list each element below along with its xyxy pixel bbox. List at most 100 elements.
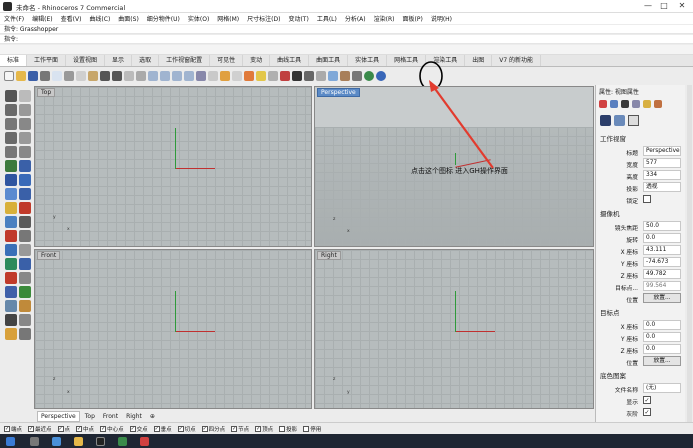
menu-mesh[interactable]: 网格(M) xyxy=(217,14,239,23)
app-taskbar-icon[interactable] xyxy=(140,437,149,446)
menu-transform[interactable]: 变动(T) xyxy=(288,14,308,23)
menu-subd[interactable]: 细分物件(U) xyxy=(147,14,180,23)
view-settings-icon[interactable] xyxy=(614,115,625,126)
arc-tool-icon[interactable] xyxy=(5,132,17,144)
four-views-icon[interactable] xyxy=(208,71,218,81)
drafting-tool-icon[interactable] xyxy=(19,328,31,340)
polyline-tool-icon[interactable] xyxy=(19,104,31,116)
osnap-tangent[interactable]: ✓ 切点 xyxy=(177,425,196,433)
save-icon[interactable] xyxy=(28,71,38,81)
undo-icon[interactable] xyxy=(100,71,110,81)
print-icon[interactable] xyxy=(40,71,50,81)
osnap-knot-checkbox[interactable]: ✓ xyxy=(231,425,238,432)
zoom-icon[interactable] xyxy=(148,71,158,81)
menu-analyze[interactable]: 分析(A) xyxy=(345,14,366,23)
camera-x-field[interactable]: 43.111 xyxy=(643,245,681,255)
new-file-icon[interactable] xyxy=(4,71,14,81)
menu-file[interactable]: 文件(F) xyxy=(4,14,24,23)
target-y-field[interactable]: 0.0 xyxy=(643,332,681,342)
camera-z-field[interactable]: 49.782 xyxy=(643,269,681,279)
tab-select[interactable]: 选取 xyxy=(132,55,160,66)
grasshopper-icon[interactable] xyxy=(364,71,374,81)
join-tool-icon[interactable] xyxy=(19,230,31,242)
zoom-selected-icon[interactable] xyxy=(184,71,194,81)
osnap-mid-checkbox[interactable]: ✓ xyxy=(76,425,83,432)
group-tool-icon[interactable] xyxy=(19,244,31,256)
zoom-window-icon[interactable] xyxy=(160,71,170,81)
target-x-field[interactable]: 0.0 xyxy=(643,320,681,330)
viewport-label-perspective[interactable]: Perspective xyxy=(317,88,360,97)
osnap-mid[interactable]: ✓ 中点 xyxy=(76,425,94,433)
text-tool-icon[interactable] xyxy=(19,300,31,312)
osnap-knot[interactable]: ✓ 节点 xyxy=(231,425,249,433)
rotate-tool-icon[interactable] xyxy=(5,272,17,284)
scale-tool-icon[interactable] xyxy=(19,272,31,284)
tab-solid-tools[interactable]: 实体工具 xyxy=(348,55,388,66)
dimension-tool-icon[interactable] xyxy=(5,300,17,312)
rotate-view-icon[interactable] xyxy=(136,71,146,81)
viewport-right[interactable]: z y Right xyxy=(314,249,594,409)
subd-tool-icon[interactable] xyxy=(19,188,31,200)
select-tool-icon[interactable] xyxy=(5,90,17,102)
tab-curve-tools[interactable]: 曲线工具 xyxy=(270,55,310,66)
redo-icon[interactable] xyxy=(112,71,122,81)
ellipse-tool-icon[interactable] xyxy=(19,132,31,144)
object-properties-icon[interactable] xyxy=(599,100,607,108)
mesh-tool-icon[interactable] xyxy=(5,188,17,200)
tab-surface-tools[interactable]: 曲面工具 xyxy=(309,55,349,66)
osnap-intersection-checkbox[interactable]: ✓ xyxy=(129,425,136,432)
close-button[interactable]: ✕ xyxy=(674,0,690,13)
target-place-button[interactable]: 放置... xyxy=(643,356,681,366)
open-file-icon[interactable] xyxy=(16,71,26,81)
render-tool-icon[interactable] xyxy=(5,328,17,340)
osnap-perp-checkbox[interactable]: ✓ xyxy=(153,425,160,432)
filename-field[interactable]: (无) xyxy=(643,383,681,393)
tab-visibility[interactable]: 可见性 xyxy=(210,55,244,66)
gray-checkbox[interactable]: ✓ xyxy=(643,408,651,416)
osnap-end[interactable]: ✓ 端点 xyxy=(4,425,22,433)
locked-checkbox[interactable] xyxy=(643,195,651,203)
lens-field[interactable]: 50.0 xyxy=(643,221,681,231)
tab-viewport-layout[interactable]: 工作视窗配置 xyxy=(159,55,211,66)
viewport-label-front[interactable]: Front xyxy=(37,251,61,260)
viewport-top[interactable]: y x Top xyxy=(34,86,312,247)
library-icon[interactable] xyxy=(654,100,662,108)
lock-icon[interactable] xyxy=(268,71,278,81)
search-icon[interactable] xyxy=(30,437,39,446)
circle-tool-icon[interactable] xyxy=(19,118,31,130)
curve-tool-icon[interactable] xyxy=(5,118,17,130)
pan-icon[interactable] xyxy=(124,71,134,81)
box-tool-icon[interactable] xyxy=(19,160,31,172)
viewport-label-top[interactable]: Top xyxy=(37,88,56,97)
osnap-intersection[interactable]: ✓ 交点 xyxy=(129,425,148,433)
osnap-project[interactable]: 投影 xyxy=(279,425,297,433)
projection-select[interactable]: 透视 xyxy=(643,182,681,192)
maximize-button[interactable]: □ xyxy=(656,0,672,13)
zoom-extents-icon[interactable] xyxy=(172,71,182,81)
minimize-button[interactable]: — xyxy=(640,0,656,13)
osnap-tangent-checkbox[interactable]: ✓ xyxy=(177,425,184,432)
lightbulb-icon[interactable] xyxy=(256,71,266,81)
import-icon[interactable] xyxy=(52,71,62,81)
tab-cplanes[interactable]: 工作平面 xyxy=(27,55,67,66)
osnap-near[interactable]: ✓ 最近点 xyxy=(28,425,52,433)
command-prompt-input[interactable]: 指令: xyxy=(0,35,693,44)
menu-panels[interactable]: 面板(P) xyxy=(403,14,423,23)
rotation-field[interactable]: 0.0 xyxy=(643,233,681,243)
color-palette-icon[interactable] xyxy=(340,71,350,81)
trim-tool-icon[interactable] xyxy=(19,216,31,228)
tab-display[interactable]: 显示 xyxy=(105,55,133,66)
array-tool-icon[interactable] xyxy=(19,286,31,298)
osnap-vertex-checkbox[interactable]: ✓ xyxy=(255,425,262,432)
viewport-tab-top[interactable]: Top xyxy=(82,412,98,421)
ghosted-icon[interactable] xyxy=(316,71,326,81)
camera-place-button[interactable]: 放置... xyxy=(643,293,681,303)
shaded-sphere-icon[interactable] xyxy=(292,71,302,81)
help-panel-icon[interactable] xyxy=(632,100,640,108)
osnap-project-checkbox[interactable] xyxy=(279,425,286,432)
explorer-icon[interactable] xyxy=(74,437,83,446)
show-checkbox[interactable]: ✓ xyxy=(643,396,651,404)
mirror-tool-icon[interactable] xyxy=(5,286,17,298)
width-field[interactable]: 577 xyxy=(643,158,681,168)
viewport-icon[interactable] xyxy=(196,71,206,81)
